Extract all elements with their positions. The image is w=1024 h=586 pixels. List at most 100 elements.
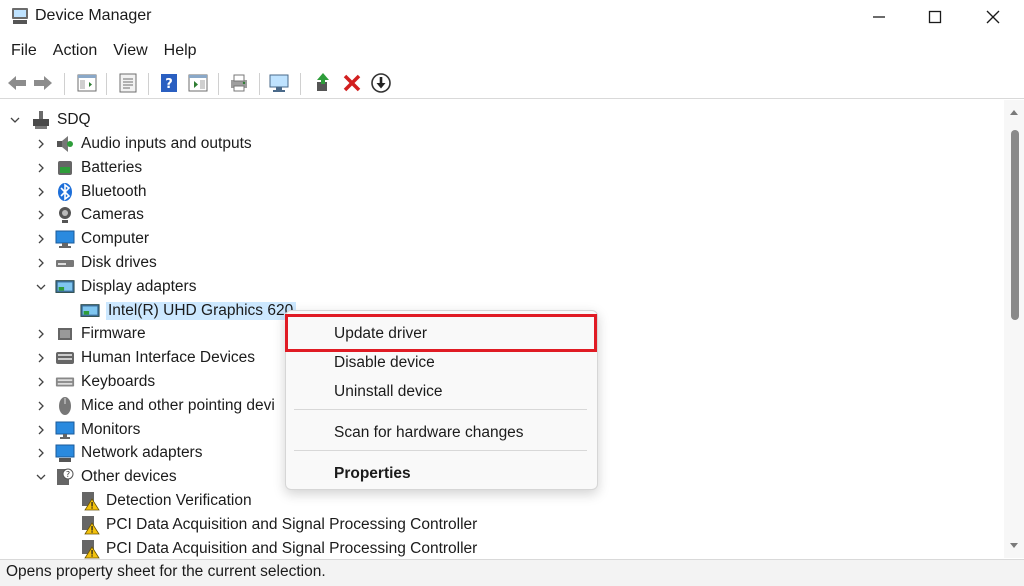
scrollbar-thumb[interactable] [1011,130,1019,320]
display-adapter-icon [80,301,100,321]
menu-view[interactable]: View [105,36,155,66]
tree-device[interactable]: PCI Data Acquisition and Signal Processi… [80,537,477,560]
tree-root[interactable]: SDQ [31,108,91,132]
menu-disable-device[interactable]: Disable device [334,354,435,372]
tree-device[interactable]: PCI Data Acquisition and Signal Processi… [80,513,477,537]
tree-item-label: Human Interface Devices [81,349,256,366]
tree-device[interactable]: Detection Verification [80,489,252,513]
enable-device-icon[interactable] [369,71,393,95]
tree-item-label: Keyboards [81,373,156,390]
tree-item-label: Network adapters [81,444,203,461]
menu-help[interactable]: Help [156,36,205,66]
maximize-button[interactable] [906,0,964,34]
chevron-right-icon[interactable] [34,256,48,270]
keyboard-icon [55,372,75,392]
action-pane-icon[interactable] [186,71,210,95]
display-adapter-icon [55,277,75,297]
chevron-down-icon[interactable] [34,280,48,294]
properties-sheet-icon[interactable] [116,71,140,95]
chevron-right-icon[interactable] [34,423,48,437]
camera-icon [55,205,75,225]
forward-icon[interactable] [31,71,55,95]
uninstall-device-icon[interactable] [340,71,364,95]
computer-root-icon [31,110,51,130]
close-button[interactable] [964,0,1022,34]
menu-file[interactable]: File [0,36,45,66]
tree-device[interactable]: Intel(R) UHD Graphics 620 [80,299,297,323]
tree-item-label: Batteries [81,159,143,176]
toolbar: ? [0,68,1024,99]
status-bar: Opens property sheet for the current sel… [0,559,1024,586]
tree-category[interactable]: Display adapters [55,275,196,299]
menu-separator [294,450,587,451]
tree-category[interactable]: Firmware [55,322,146,346]
scan-hardware-icon[interactable] [268,71,292,95]
chevron-right-icon[interactable] [34,137,48,151]
tree-item-label: PCI Data Acquisition and Signal Processi… [106,540,478,557]
chevron-right-icon[interactable] [34,399,48,413]
chevron-down-icon[interactable] [34,470,48,484]
toolbar-separator [106,73,107,95]
tree-category[interactable]: Keyboards [55,370,155,394]
tree-item-label: Firmware [81,325,146,342]
window-title: Device Manager [35,7,152,24]
tree-category[interactable]: Cameras [55,203,144,227]
toolbar-separator [64,73,65,95]
chevron-down-icon[interactable] [8,113,22,127]
disk-drive-icon [55,253,75,273]
tree-item-label: Audio inputs and outputs [81,135,252,152]
toolbar-separator [300,73,301,95]
tree-root-label: SDQ [57,111,91,128]
printer-icon[interactable] [227,71,251,95]
chevron-right-icon[interactable] [34,208,48,222]
tree-item-label: Other devices [81,468,177,485]
tree-category[interactable]: Mice and other pointing devi [55,394,275,418]
tree-item-label: Detection Verification [106,492,252,509]
tree-category[interactable]: Batteries [55,156,142,180]
vertical-scrollbar[interactable] [1004,100,1024,558]
menu-uninstall-device[interactable]: Uninstall device [334,383,443,401]
unknown-device-icon: ? [55,467,75,487]
chevron-right-icon[interactable] [34,161,48,175]
scroll-up-icon[interactable] [1004,106,1024,118]
menu-properties[interactable]: Properties [334,465,411,483]
highlight-annotation [285,314,597,352]
chevron-right-icon[interactable] [34,446,48,460]
menu-action[interactable]: Action [45,36,105,66]
network-adapter-icon [55,443,75,463]
back-icon[interactable] [5,71,29,95]
tree-category[interactable]: ? Other devices [55,465,177,489]
computer-icon [55,229,75,249]
toolbar-separator [148,73,149,95]
scroll-down-icon[interactable] [1004,540,1024,552]
tree-category[interactable]: Human Interface Devices [55,346,255,370]
chevron-right-icon[interactable] [34,375,48,389]
warning-device-icon [80,515,100,535]
warning-device-icon [80,539,100,559]
help-icon[interactable]: ? [157,71,181,95]
minimize-button[interactable] [850,0,908,34]
tree-category[interactable]: Disk drives [55,251,157,275]
tree-category[interactable]: Network adapters [55,441,202,465]
toolbar-separator [218,73,219,95]
chevron-right-icon[interactable] [34,185,48,199]
menu-bar: File Action View Help [0,36,1024,66]
chevron-right-icon[interactable] [34,327,48,341]
battery-icon [55,158,75,178]
show-hide-console-tree-icon[interactable] [75,71,99,95]
chevron-right-icon[interactable] [34,232,48,246]
tree-category[interactable]: Audio inputs and outputs [55,132,252,156]
update-driver-icon[interactable] [311,71,335,95]
menu-scan-hardware[interactable]: Scan for hardware changes [334,424,524,442]
tree-item-label: Disk drives [81,254,157,271]
tree-item-label: Intel(R) UHD Graphics 620 [106,302,297,320]
tree-item-label: Mice and other pointing devi [81,397,275,414]
chevron-right-icon[interactable] [34,351,48,365]
tree-category[interactable]: Bluetooth [55,180,147,204]
tree-category[interactable]: Monitors [55,418,140,442]
mouse-icon [55,396,75,416]
device-manager-icon [10,6,30,26]
tree-category[interactable]: Computer [55,227,149,251]
title-bar: Device Manager [0,0,1024,34]
speaker-icon [55,134,75,154]
